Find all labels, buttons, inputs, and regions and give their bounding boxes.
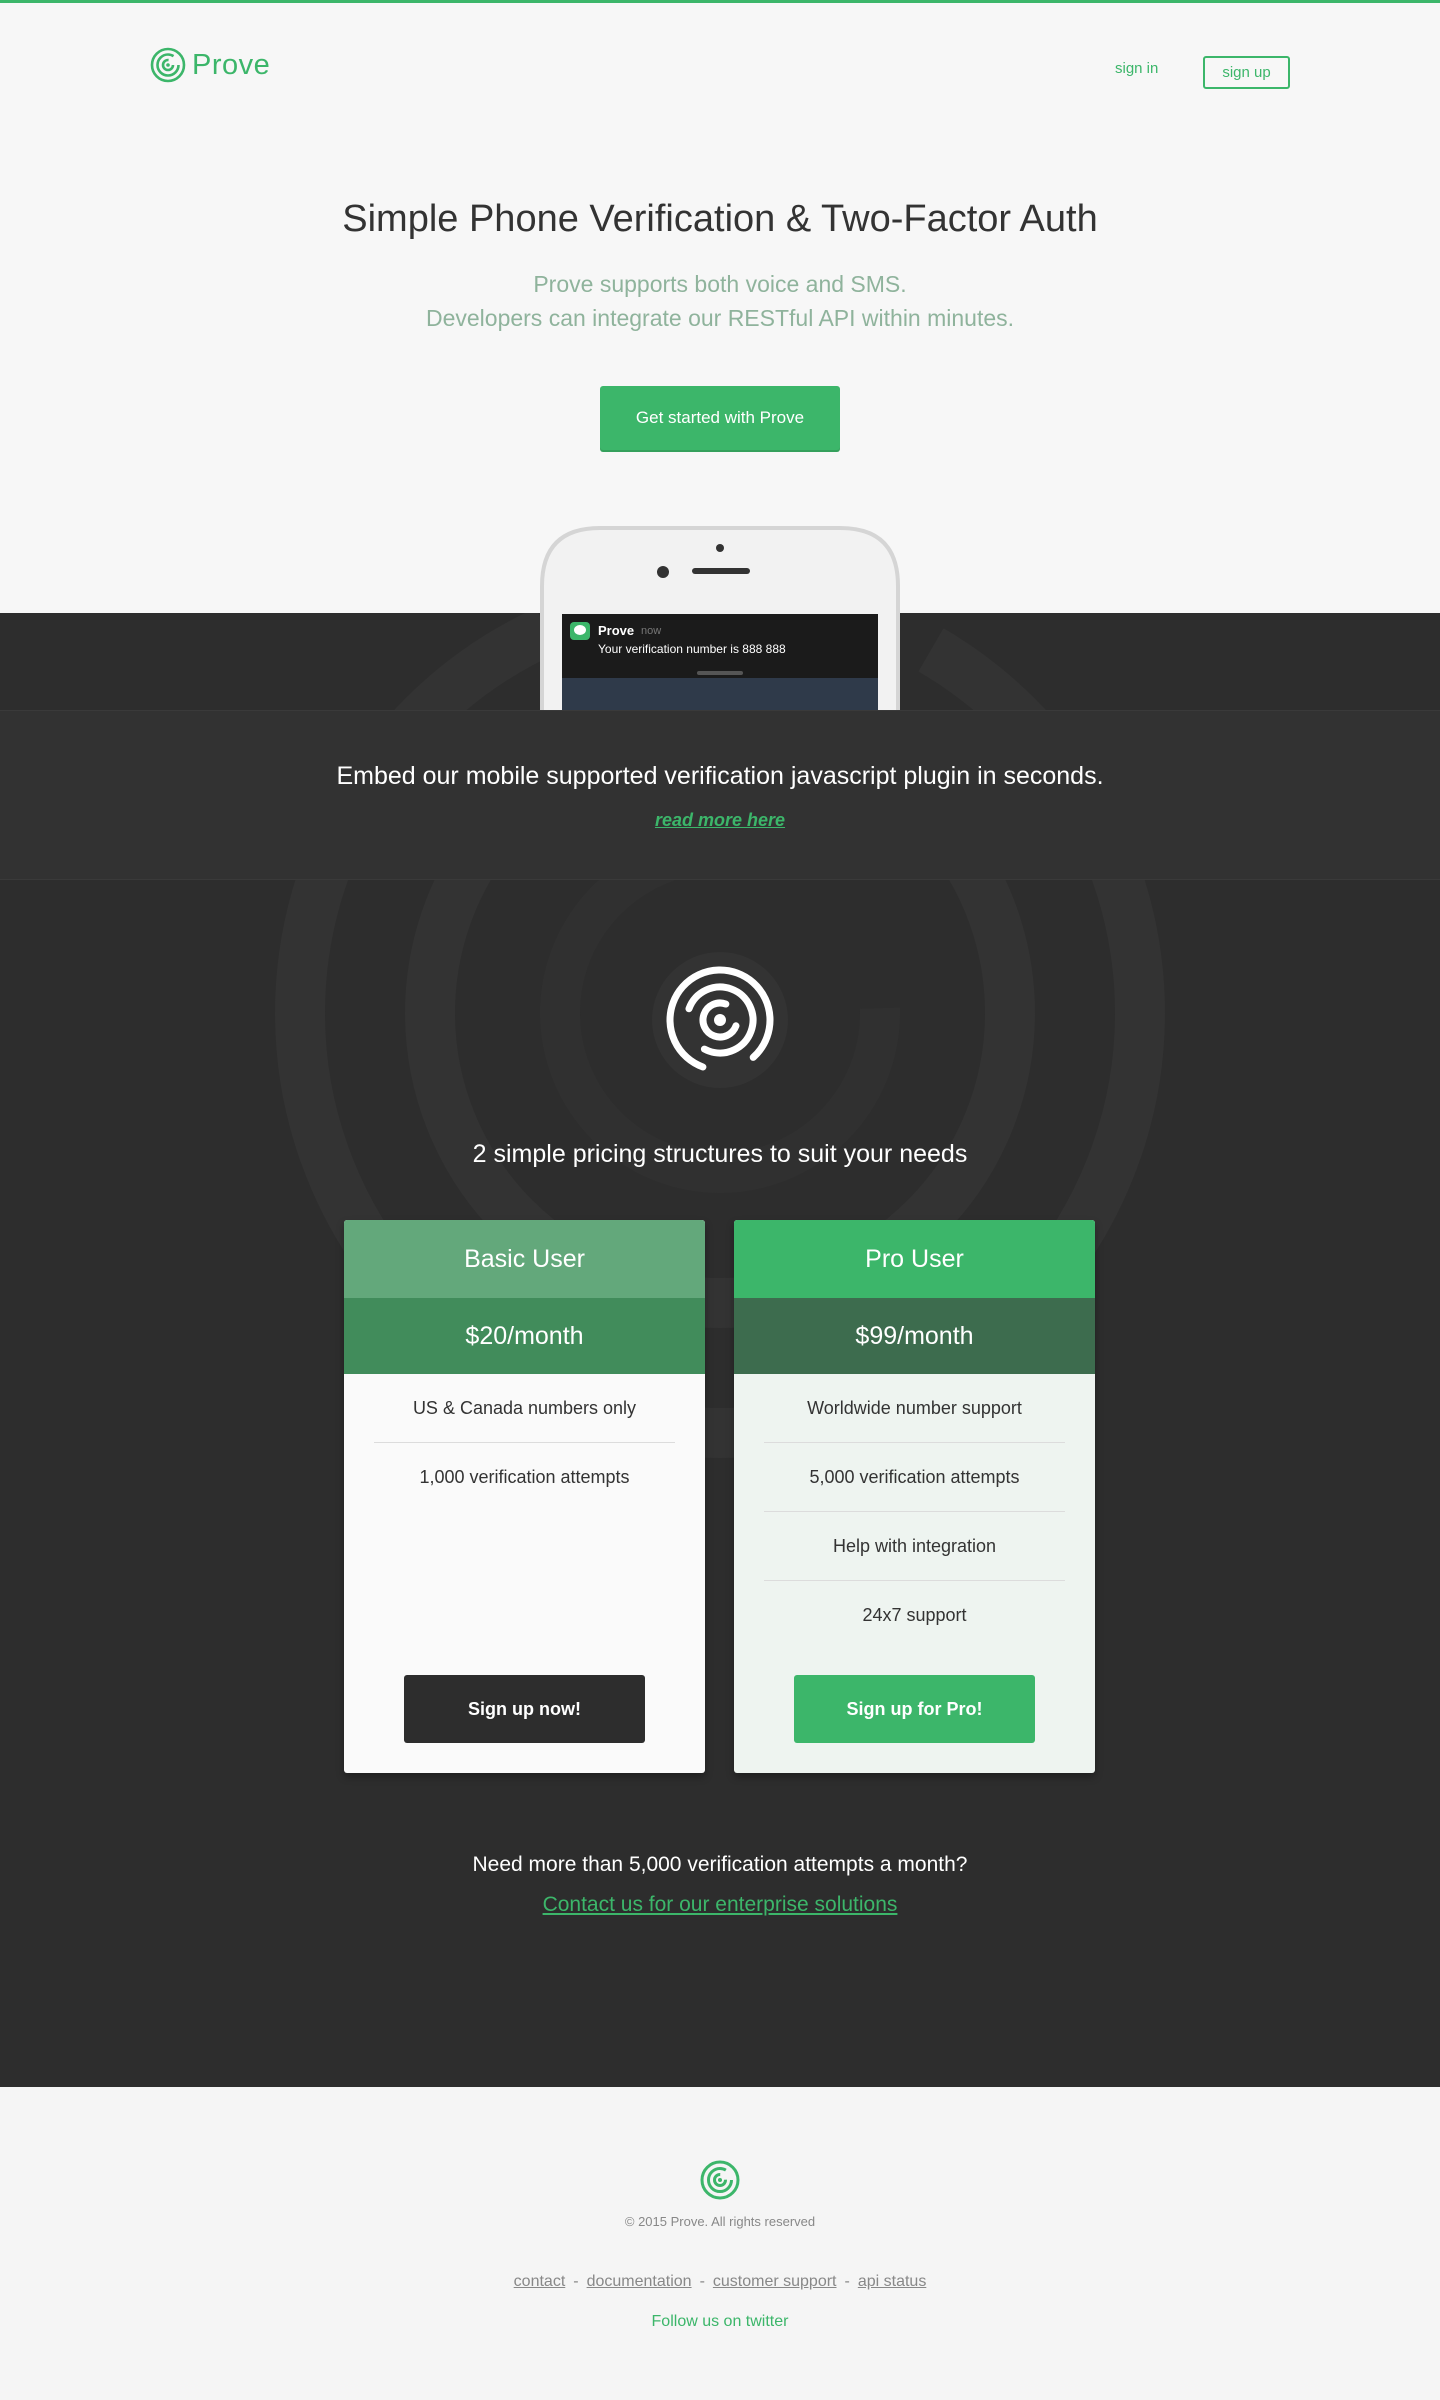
- basic-signup-button[interactable]: Sign up now!: [404, 1675, 645, 1743]
- embed-band: [0, 710, 1440, 880]
- notification-time: now: [641, 625, 662, 637]
- logo-text: Prove: [192, 48, 271, 81]
- plan-price: $20/month: [344, 1298, 705, 1374]
- plan-features: US & Canada numbers only 1,000 verificat…: [344, 1374, 705, 1512]
- sign-in-link[interactable]: sign in: [1115, 60, 1158, 77]
- plan-features: Worldwide number support 5,000 verificat…: [734, 1374, 1095, 1650]
- copyright-text: © 2015 Prove. All rights reserved: [624, 2214, 816, 2229]
- plan-feature: Help with integration: [764, 1512, 1065, 1581]
- plan-feature: Worldwide number support: [764, 1374, 1065, 1443]
- notification-app-name: Prove: [598, 623, 635, 638]
- footer-logo-icon: [700, 2160, 740, 2200]
- footer-link-documentation[interactable]: documentation: [587, 2273, 692, 2290]
- notification-message: Your verification number is 888 888: [598, 642, 786, 656]
- footer-link-customer-support[interactable]: customer support: [713, 2273, 837, 2290]
- enterprise-text: Need more than 5,000 verification attemp…: [472, 1853, 968, 1876]
- plan-feature: 1,000 verification attempts: [419, 1467, 630, 1487]
- phone-mockup: Prove now Your verification number is 88…: [540, 526, 900, 710]
- footer-link-contact[interactable]: contact: [514, 2273, 566, 2290]
- plan-price: $99/month: [734, 1298, 1095, 1374]
- prove-rings-logo-icon: [652, 952, 788, 1088]
- pro-plan-card: Pro User $99/month Worldwide number supp…: [734, 1220, 1095, 1773]
- hero-subtitle-line1: Prove supports both voice and SMS.: [533, 271, 907, 297]
- enterprise-contact-link[interactable]: Contact us for our enterprise solutions: [0, 1893, 1440, 1917]
- pro-signup-button[interactable]: Sign up for Pro!: [794, 1675, 1035, 1743]
- footer-links: contact - documentation - customer support - a…: [0, 2273, 1440, 2291]
- basic-plan-card: Basic User $20/month US & Canada numbers…: [344, 1220, 705, 1773]
- footer-link-api-status[interactable]: api status: [858, 2273, 926, 2290]
- pricing-title: 2 simple pricing structures to suit your…: [472, 1140, 968, 1168]
- prove-logo-icon: [150, 47, 186, 83]
- footer: © 2015 Prove. All rights reserved contac…: [0, 2087, 1440, 2400]
- hero-subtitle-line2: Developers can integrate our RESTful API…: [425, 305, 1015, 331]
- footer-separator: -: [844, 2273, 850, 2290]
- embed-text: Embed our mobile supported verification …: [336, 762, 1104, 790]
- plan-feature: 5,000 verification attempts: [764, 1443, 1065, 1512]
- footer-separator: -: [573, 2273, 579, 2290]
- plan-name: Pro User: [734, 1220, 1095, 1298]
- plan-name: Basic User: [344, 1220, 705, 1298]
- sign-up-button[interactable]: sign up: [1203, 56, 1290, 89]
- plan-feature: US & Canada numbers only: [374, 1374, 675, 1443]
- twitter-link[interactable]: Follow us on twitter: [0, 2313, 1440, 2331]
- get-started-button[interactable]: Get started with Prove: [600, 386, 840, 450]
- read-more-link[interactable]: read more here: [0, 810, 1440, 831]
- hero-title: Simple Phone Verification & Two-Factor A…: [342, 198, 1098, 240]
- footer-separator: -: [699, 2273, 705, 2290]
- hero-section: Prove sign in sign up Simple Phone Verif…: [0, 3, 1440, 613]
- plan-feature: 24x7 support: [862, 1605, 967, 1625]
- logo[interactable]: Prove: [150, 47, 270, 83]
